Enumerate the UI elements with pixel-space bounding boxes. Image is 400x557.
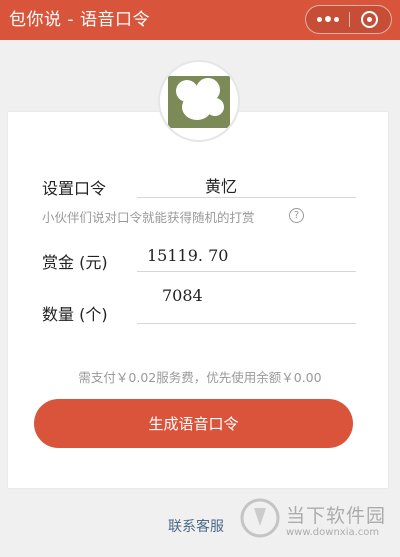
password-hint: 小伙伴们说对口令就能获得随机的打赏 [42, 210, 255, 225]
user-avatar [160, 62, 238, 140]
password-underline [137, 197, 356, 198]
contact-support-link[interactable]: 联系客服 [168, 516, 224, 536]
watermark-text: 当下软件园 [286, 505, 387, 527]
password-input[interactable]: 黄忆 [205, 173, 237, 197]
question-circle-icon[interactable]: ? [289, 208, 304, 223]
miniprogram-close-icon[interactable] [348, 6, 391, 33]
quantity-input[interactable]: 7084 [162, 286, 203, 305]
generate-voice-password-button[interactable]: 生成语音口令 [34, 399, 353, 448]
page-title: 包你说 - 语音口令 [9, 10, 150, 30]
avatar-image [168, 76, 230, 128]
service-fee-note: 需支付￥0.02服务费，优先使用余额￥0.00 [78, 370, 322, 385]
miniprogram-capsule [305, 5, 392, 34]
title-bar: 包你说 - 语音口令 [0, 0, 400, 40]
reward-label: 赏金 (元) [42, 253, 108, 272]
watermark-logo-icon [240, 498, 280, 538]
watermark-url: www.downxia.com [286, 527, 380, 538]
quantity-label: 数量 (个) [42, 305, 108, 324]
reward-underline [137, 271, 356, 272]
more-dots-icon[interactable] [306, 6, 349, 33]
password-label: 设置口令 [42, 179, 107, 198]
reward-input[interactable]: 15119. 70 [147, 246, 228, 265]
quantity-underline [137, 323, 356, 324]
